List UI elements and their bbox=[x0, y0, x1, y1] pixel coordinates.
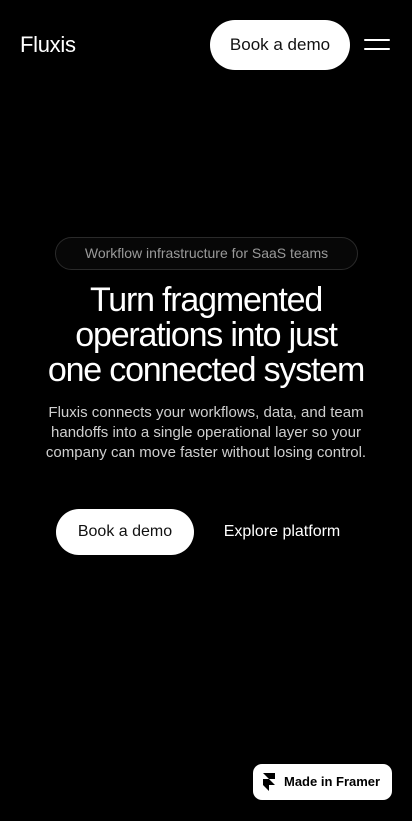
hamburger-menu-icon[interactable] bbox=[364, 37, 390, 53]
hero-subtitle: Fluxis connects your workflows, data, an… bbox=[45, 404, 367, 461]
top-navigation: Fluxis Book a demo bbox=[0, 20, 412, 70]
brand-logo[interactable]: Fluxis bbox=[20, 32, 76, 58]
hero-title-line-2: operations into just bbox=[75, 316, 338, 354]
hero-badge: Workflow infrastructure for SaaS teams bbox=[55, 237, 358, 270]
landing-page: Fluxis Book a demo Workflow infrastructu… bbox=[0, 0, 412, 821]
hero-title: Turn fragmented operations into just one… bbox=[20, 283, 392, 388]
menu-line-top bbox=[364, 39, 390, 41]
hero-title-line-3: one connected system bbox=[47, 351, 365, 389]
book-demo-nav-button[interactable]: Book a demo bbox=[210, 20, 350, 70]
made-in-framer-label: Made in Framer bbox=[284, 774, 381, 789]
framer-logo-icon bbox=[263, 773, 275, 791]
explore-platform-link[interactable]: Explore platform bbox=[208, 509, 356, 555]
menu-line-bottom bbox=[364, 48, 390, 50]
book-demo-hero-button[interactable]: Book a demo bbox=[56, 509, 194, 555]
made-in-framer-badge[interactable]: Made in Framer bbox=[253, 764, 392, 800]
hero-title-line-1: Turn fragmented bbox=[89, 281, 323, 319]
